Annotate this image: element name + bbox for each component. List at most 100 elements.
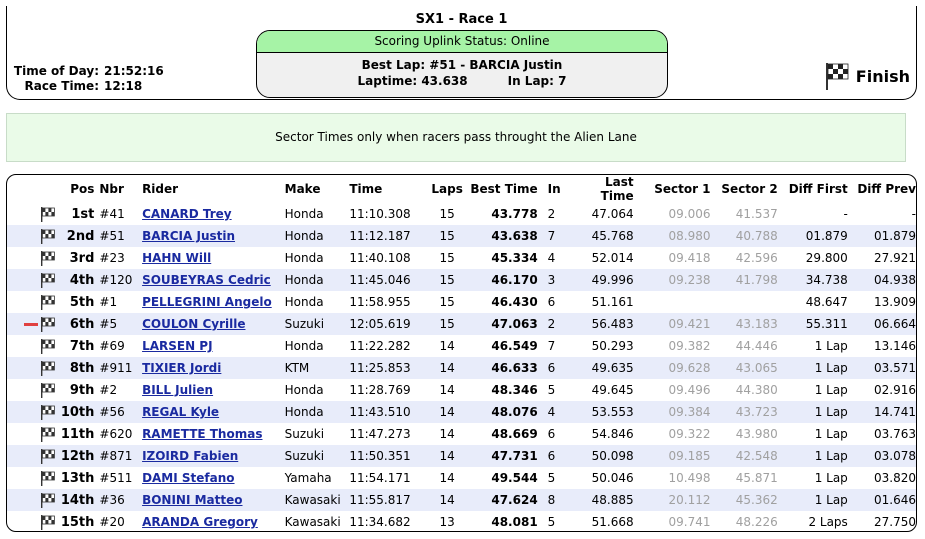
col-last-time: Last Time xyxy=(600,175,634,203)
cell-total-time: 11:54.171 xyxy=(349,471,411,485)
cell-diff-first: - xyxy=(843,207,848,221)
cell-total-time: 11:22.282 xyxy=(349,339,411,353)
cell-best-time: 48.669 xyxy=(491,427,538,441)
cell-diff-prev: 01.879 xyxy=(847,225,916,247)
cell-in-lap: 6 xyxy=(547,295,556,309)
checkered-flag-icon xyxy=(41,250,56,266)
rider-link[interactable]: ARANDA Gregory xyxy=(142,515,258,529)
finish-label: Finish xyxy=(855,66,910,86)
cell-best-time: 43.778 xyxy=(491,207,538,221)
cell-diff-prev: 03.571 xyxy=(847,357,916,379)
cell-rider: IZOIRD Fabien xyxy=(142,445,285,467)
cell-in-lap: 4 xyxy=(537,401,577,423)
checkered-flag-icon xyxy=(41,294,56,310)
cell-total-time: 11:40.108 xyxy=(349,251,411,265)
rider-link[interactable]: LARSEN PJ xyxy=(142,339,213,353)
cell-total-time: 11:43.510 xyxy=(349,401,426,423)
cell-sector-2: 44.380 xyxy=(735,383,778,397)
cell-position: 11th xyxy=(60,426,95,442)
cell-sector-2: 44.446 xyxy=(735,339,778,353)
sector-times-notice: Sector Times only when racers pass throu… xyxy=(6,113,906,162)
rider-link[interactable]: CANARD Trey xyxy=(142,207,232,221)
col-pos: Pos xyxy=(70,182,95,196)
cell-position: 9th xyxy=(69,382,95,398)
cell-laps: 14 xyxy=(439,471,455,485)
cell-rider: BARCIA Justin xyxy=(142,225,285,247)
rider-link[interactable]: SOUBEYRAS Cedric xyxy=(142,273,271,287)
cell-diff-first: 55.311 xyxy=(777,313,848,335)
rider-link[interactable]: REGAL Kyle xyxy=(142,405,219,419)
cell-best-time: 43.638 xyxy=(468,225,538,247)
cell-rider: COULON Cyrille xyxy=(142,313,285,335)
cell-in-lap: 2 xyxy=(547,207,556,221)
cell-best-time: 47.731 xyxy=(468,445,538,467)
cell-number: #41 xyxy=(99,207,125,221)
rider-link[interactable]: RAMETTE Thomas xyxy=(142,427,262,441)
checkered-flag-icon xyxy=(41,448,56,464)
col-best-time: Best Time xyxy=(470,182,538,196)
table-header-row: Pos Nbr Rider Make Time Laps Best Time I… xyxy=(7,175,916,203)
rider-link[interactable]: BONINI Matteo xyxy=(142,493,242,507)
cell-sector-2: 45.871 xyxy=(735,471,778,485)
cell-best-time: 47.063 xyxy=(468,313,538,335)
rider-link[interactable]: BARCIA Justin xyxy=(142,229,235,243)
cell-position: 4th xyxy=(60,269,95,291)
cell-in-lap: 7 xyxy=(537,225,577,247)
results-table-panel: Pos Nbr Rider Make Time Laps Best Time I… xyxy=(6,174,917,532)
col-diff-first: Diff First xyxy=(788,182,848,196)
cell-diff-first: 29.800 xyxy=(805,251,848,265)
cell-in-lap: 2 xyxy=(537,313,577,335)
cell-total-time: 11:10.308 xyxy=(349,207,411,221)
cell-rider: ARANDA Gregory xyxy=(142,511,285,531)
rider-link[interactable]: IZOIRD Fabien xyxy=(142,449,238,463)
cell-in-lap: 6 xyxy=(547,427,556,441)
cell-in-lap: 4 xyxy=(547,251,556,265)
cell-number: #20 xyxy=(99,515,125,529)
cell-make: Honda xyxy=(284,269,350,291)
cell-rider: BONINI Matteo xyxy=(142,489,285,511)
cell-make: Honda xyxy=(284,383,324,397)
cell-laps: 14 xyxy=(425,357,469,379)
race-clock: Time of Day: 21:52:16 Race Time: 12:18 xyxy=(13,64,164,94)
best-lap-details: Laptime: 43.638 In Lap: 7 xyxy=(257,73,667,89)
cell-make: Yamaha xyxy=(284,471,332,485)
cell-diff-prev: 14.741 xyxy=(847,401,916,423)
cell-in-lap: 6 xyxy=(537,357,577,379)
cell-make: KTM xyxy=(284,357,350,379)
cell-in-lap: 3 xyxy=(537,269,577,291)
cell-laps: 14 xyxy=(425,445,469,467)
rider-link[interactable]: BILL Julien xyxy=(142,383,213,397)
uplink-status: Scoring Uplink Status: Online xyxy=(257,31,667,53)
rider-link[interactable]: PELLEGRINI Angelo xyxy=(142,295,272,309)
best-laptime: Laptime: 43.638 xyxy=(357,74,468,88)
cell-in-lap: 5 xyxy=(547,471,556,485)
checkered-flag-icon xyxy=(41,228,56,244)
cell-position: 12th xyxy=(60,445,95,467)
cell-total-time: 11:55.817 xyxy=(349,489,426,511)
cell-diff-prev: 13.909 xyxy=(874,295,916,309)
rider-link[interactable]: DAMI Stefano xyxy=(142,471,234,485)
status-cell xyxy=(7,467,60,489)
best-lap: Best Lap: #51 - BARCIA Justin xyxy=(361,58,563,72)
cell-sector-2: 43.065 xyxy=(710,357,778,379)
col-sector-1: Sector 1 xyxy=(654,182,711,196)
rider-link[interactable]: TIXIER Jordi xyxy=(142,361,221,375)
cell-total-time: 11:58.955 xyxy=(349,295,411,309)
status-cell xyxy=(7,423,60,445)
cell-diff-first: 48.647 xyxy=(805,295,848,309)
cell-laps: 15 xyxy=(439,295,455,309)
cell-best-time: 48.346 xyxy=(491,383,538,397)
status-cell xyxy=(7,335,60,357)
checkered-flag-icon xyxy=(41,206,56,222)
cell-total-time: 11:50.351 xyxy=(349,445,426,467)
cell-total-time: 11:34.682 xyxy=(349,515,411,529)
cell-diff-first: 2 Laps xyxy=(808,515,848,529)
cell-laps: 14 xyxy=(439,339,455,353)
cell-last-time: 50.098 xyxy=(576,445,634,467)
cell-best-time: 46.549 xyxy=(491,339,538,353)
rider-link[interactable]: COULON Cyrille xyxy=(142,317,245,331)
cell-rider: RAMETTE Thomas xyxy=(142,423,285,445)
cell-make: Honda xyxy=(284,295,324,309)
cell-sector-1: 08.980 xyxy=(633,225,711,247)
rider-link[interactable]: HAHN Will xyxy=(142,251,211,265)
